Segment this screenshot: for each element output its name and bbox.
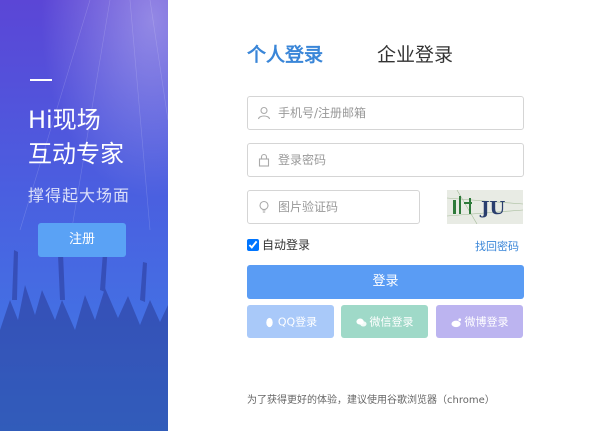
qq-login-button[interactable]: QQ登录: [247, 305, 334, 338]
tagline: 撑得起大场面: [28, 186, 131, 205]
promo-panel: Hi现场 互动专家 撑得起大场面 注册: [0, 0, 168, 431]
browser-tip: 为了获得更好的体验，建议使用谷歌浏览器（chrome）: [247, 395, 495, 406]
qq-login-label: QQ登录: [277, 315, 318, 329]
captcha-graphic: JU: [447, 190, 523, 224]
account-input[interactable]: [278, 97, 498, 129]
crowd-background: [0, 0, 168, 431]
slogan-line-1: Hi现场: [28, 106, 101, 134]
qq-icon: [266, 317, 273, 327]
account-field[interactable]: [247, 96, 524, 130]
tab-personal-login[interactable]: 个人登录: [247, 40, 323, 67]
wechat-login-label: 微信登录: [369, 315, 414, 329]
weibo-login-button[interactable]: 微博登录: [436, 305, 523, 338]
weibo-icon: [450, 317, 461, 327]
register-button[interactable]: 注册: [38, 223, 126, 257]
wechat-login-button[interactable]: 微信登录: [341, 305, 428, 338]
bulb-icon: [259, 200, 269, 213]
auto-login-label[interactable]: 自动登录: [262, 237, 310, 253]
lock-icon: [258, 153, 270, 167]
captcha-text: JU: [479, 198, 506, 219]
weibo-login-label: 微博登录: [464, 315, 509, 329]
tab-enterprise-login[interactable]: 企业登录: [377, 40, 453, 67]
wechat-icon: [355, 318, 367, 326]
password-input[interactable]: [278, 144, 498, 176]
captcha-input[interactable]: [278, 191, 408, 223]
user-icon: [257, 106, 271, 120]
login-button[interactable]: 登录: [247, 265, 524, 299]
slogan-divider: [30, 79, 52, 81]
slogan: Hi现场 互动专家: [28, 103, 124, 171]
password-field[interactable]: [247, 143, 524, 177]
slogan-line-2: 互动专家: [28, 140, 124, 168]
auto-login-checkbox[interactable]: [247, 239, 259, 251]
captcha-field[interactable]: [247, 190, 420, 224]
forgot-password-link[interactable]: 找回密码: [475, 238, 519, 254]
captcha-image[interactable]: JU: [447, 190, 523, 224]
